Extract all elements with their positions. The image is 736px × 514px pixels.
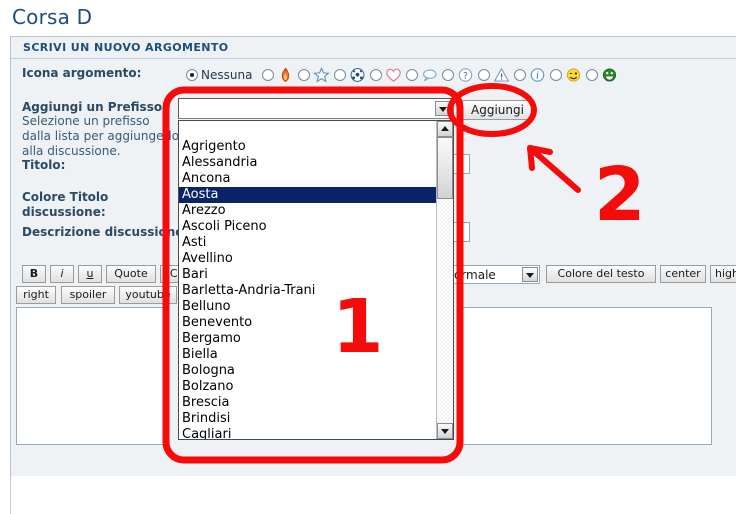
prefix-option[interactable]: Bologna bbox=[179, 363, 436, 379]
colore-titolo-input[interactable] bbox=[452, 222, 470, 242]
align-right-button[interactable]: right bbox=[16, 286, 56, 304]
svg-text:i: i bbox=[536, 71, 539, 82]
label-colore-titolo: Colore Titolo discussione: bbox=[22, 190, 109, 219]
annotation-number-2: 2 bbox=[594, 152, 646, 238]
prefix-option[interactable]: Avellino bbox=[179, 251, 436, 267]
prefix-option[interactable]: Asti bbox=[179, 235, 436, 251]
warning-triangle-icon[interactable] bbox=[493, 67, 510, 83]
prefix-option[interactable]: Agrigento bbox=[179, 139, 436, 155]
radio-speech[interactable] bbox=[406, 69, 419, 81]
panel-heading-label: SCRIVI UN NUOVO ARGOMENTO bbox=[23, 41, 229, 54]
prefix-option[interactable]: Arezzo bbox=[179, 203, 436, 219]
scrollbar-thumb[interactable] bbox=[437, 137, 453, 199]
message-editor-area[interactable] bbox=[16, 307, 164, 445]
green-grin-smiley-icon[interactable] bbox=[601, 67, 618, 83]
radio-none[interactable] bbox=[186, 69, 198, 81]
screenshot-root: Corsa D SCRIVI UN NUOVO ARGOMENTO Icona … bbox=[0, 0, 736, 514]
panel-header: SCRIVI UN NUOVO ARGOMENTO bbox=[11, 37, 736, 59]
radio-info[interactable] bbox=[514, 69, 527, 81]
aggiungi-button[interactable]: Aggiungi bbox=[462, 100, 533, 120]
question-mark-icon[interactable]: ? bbox=[457, 67, 474, 83]
annotation-number-1: 1 bbox=[332, 284, 384, 370]
prefix-option[interactable]: Bari bbox=[179, 267, 436, 283]
radio-wink[interactable] bbox=[550, 69, 563, 81]
page-title: Corsa D bbox=[12, 5, 93, 29]
icon-option-speech[interactable] bbox=[406, 67, 438, 83]
underline-button[interactable]: u bbox=[78, 265, 102, 283]
message-editor-area-right[interactable] bbox=[460, 307, 712, 445]
fire-icon[interactable] bbox=[277, 67, 294, 83]
highlight-button[interactable]: high bbox=[710, 265, 736, 283]
prefix-option[interactable]: Aosta bbox=[179, 187, 436, 203]
titolo-input[interactable] bbox=[452, 154, 470, 174]
scroll-down-icon[interactable] bbox=[437, 423, 453, 439]
prefix-option[interactable]: Biella bbox=[179, 347, 436, 363]
icon-option-fire[interactable] bbox=[262, 67, 294, 83]
chevron-down-icon[interactable] bbox=[435, 101, 451, 116]
radio-warning[interactable] bbox=[478, 69, 491, 81]
prefix-option-list[interactable]: Agrigento Alessandria Ancona Aosta Arezzo Asc… bbox=[179, 123, 436, 439]
prefix-option[interactable]: Cagliari bbox=[179, 427, 436, 439]
prefix-dropdown-list[interactable]: Agrigento Alessandria Ancona Aosta Arezzo Asc… bbox=[178, 120, 454, 440]
info-circle-icon[interactable]: i bbox=[529, 67, 546, 83]
prefix-option[interactable]: Belluno bbox=[179, 299, 436, 315]
soccer-ball-icon[interactable] bbox=[349, 67, 366, 83]
prefix-option[interactable]: Ascoli Piceno bbox=[179, 219, 436, 235]
prefix-option[interactable]: Brindisi bbox=[179, 411, 436, 427]
radio-grin[interactable] bbox=[586, 69, 599, 81]
star-icon[interactable] bbox=[313, 66, 331, 83]
prefix-option[interactable]: Bolzano bbox=[179, 379, 436, 395]
icon-option-none-label: Nessuna bbox=[201, 68, 253, 82]
spoiler-button[interactable]: spoiler bbox=[61, 286, 115, 304]
wink-smiley-icon[interactable] bbox=[565, 67, 582, 83]
icon-option-question[interactable]: ? bbox=[442, 67, 474, 83]
prefix-option[interactable]: Benevento bbox=[179, 315, 436, 331]
icon-option-none[interactable]: Nessuna bbox=[186, 68, 258, 82]
icon-option-soccer[interactable] bbox=[334, 67, 366, 83]
prefix-option[interactable]: Alessandria bbox=[179, 155, 436, 171]
icon-option-star[interactable] bbox=[298, 66, 331, 83]
icon-option-info[interactable]: i bbox=[514, 67, 546, 83]
youtube-button[interactable]: youtube bbox=[119, 286, 177, 304]
label-descrizione: Descrizione discussione: bbox=[22, 225, 189, 239]
prefix-option[interactable] bbox=[179, 123, 436, 139]
dropdown-scrollbar[interactable] bbox=[436, 121, 453, 439]
italic-button[interactable]: i bbox=[50, 265, 74, 283]
text-color-button[interactable]: Colore del testo bbox=[546, 265, 656, 283]
bold-button[interactable]: B bbox=[22, 265, 46, 283]
quote-button[interactable]: Quote bbox=[106, 265, 156, 283]
radio-soccer[interactable] bbox=[334, 69, 347, 81]
prefix-option[interactable]: Brescia bbox=[179, 395, 436, 411]
radio-fire[interactable] bbox=[262, 69, 275, 81]
icon-option-grin[interactable] bbox=[586, 67, 618, 83]
icon-option-warning[interactable] bbox=[478, 67, 510, 83]
topic-icon-radio-group[interactable]: Nessuna ? i bbox=[186, 66, 622, 84]
radio-question[interactable] bbox=[442, 69, 455, 81]
heart-icon[interactable] bbox=[385, 67, 402, 83]
icon-option-heart[interactable] bbox=[370, 67, 402, 83]
label-titolo: Titolo: bbox=[22, 158, 66, 172]
label-icona-argomento: Icona argomento: bbox=[22, 66, 142, 80]
icon-option-wink[interactable] bbox=[550, 67, 582, 83]
svg-text:?: ? bbox=[463, 71, 468, 82]
label-aggiungi-prefisso: Aggiungi un Prefisso: bbox=[22, 100, 167, 114]
speech-bubble-icon[interactable] bbox=[421, 67, 438, 83]
prefix-option[interactable]: Barletta-Andria-Trani bbox=[179, 283, 436, 299]
prefix-option[interactable]: Bergamo bbox=[179, 331, 436, 347]
chevron-down-icon[interactable] bbox=[522, 267, 538, 282]
prefix-option[interactable]: Ancona bbox=[179, 171, 436, 187]
align-center-button[interactable]: center bbox=[660, 265, 706, 283]
scroll-up-icon[interactable] bbox=[437, 121, 453, 137]
font-size-select[interactable]: Normale bbox=[440, 265, 540, 284]
radio-heart[interactable] bbox=[370, 69, 383, 81]
radio-star[interactable] bbox=[298, 69, 311, 81]
prefix-combobox-field[interactable] bbox=[178, 98, 454, 119]
help-aggiungi-prefisso: Selezione un prefisso dalla lista per ag… bbox=[22, 114, 180, 158]
